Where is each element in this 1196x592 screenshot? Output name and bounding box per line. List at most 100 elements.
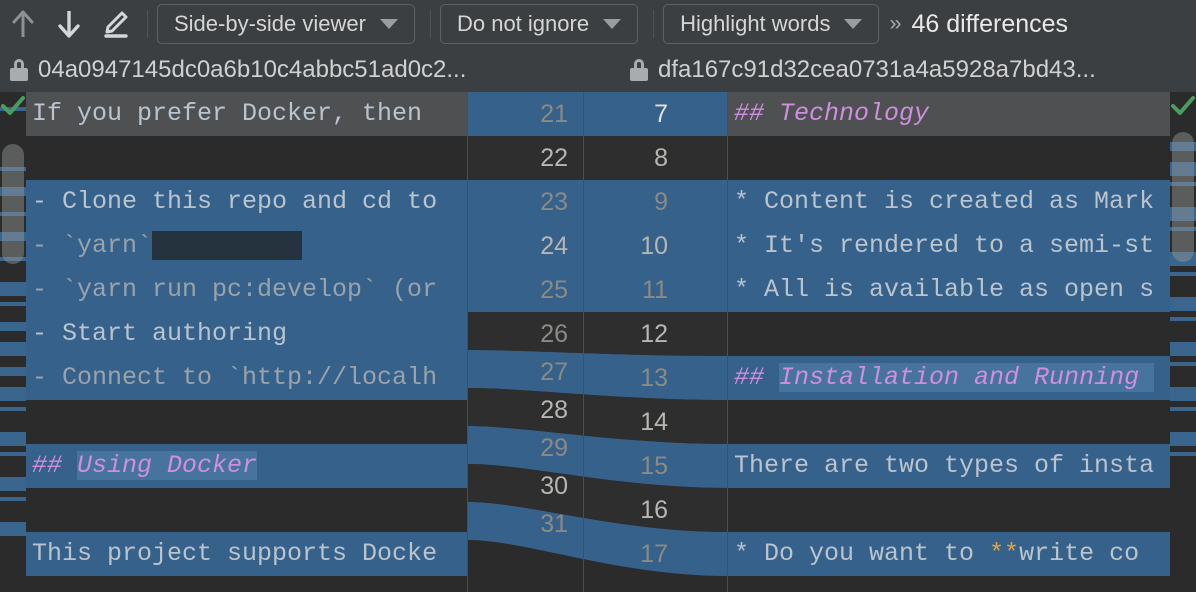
gutter-line-number-right: 13 [640, 364, 668, 392]
right-scrollbar-thumb[interactable] [1172, 132, 1194, 262]
code-token: * Do you want to [734, 539, 990, 568]
code-token: * Content is created as Mark [734, 187, 1155, 216]
code-line[interactable]: ## Installation and Running [728, 356, 1170, 400]
code-line[interactable]: * It's rendered to a semi-st [728, 224, 1170, 268]
code-line[interactable]: - Connect to `http://localh [26, 356, 468, 400]
gutter-line-number-left: 25 [540, 276, 568, 304]
code-line[interactable] [26, 488, 468, 532]
code-line-text: * Content is created as Mark [734, 180, 1154, 224]
code-line[interactable]: If you prefer Docker, then [26, 92, 468, 136]
highlight-mode-dropdown[interactable]: Highlight words [663, 4, 880, 44]
code-line-text: * It's rendered to a semi-st [734, 224, 1154, 268]
code-line-background [26, 400, 468, 444]
gutter-line-number-right: 15 [640, 452, 668, 480]
left-accepted-check-icon [0, 94, 26, 118]
previous-difference-icon[interactable] [0, 0, 46, 48]
minimap-diff-mark [1170, 362, 1196, 366]
code-line[interactable]: - `yarn` [26, 224, 468, 268]
gutter-line-number-left: 24 [540, 232, 568, 260]
chevron-down-icon [379, 19, 398, 29]
code-line-text: This project supports Docke [32, 532, 437, 576]
right-code-pane[interactable]: ## Technology * Content is created as Mar… [728, 92, 1170, 592]
gutter-line-number-right: 7 [654, 100, 668, 128]
code-line[interactable] [728, 136, 1170, 180]
minimap-diff-mark [1170, 387, 1196, 401]
gutter-line-number-left: 23 [540, 188, 568, 216]
code-line-text: ## Installation and Running [734, 356, 1155, 400]
lock-icon [10, 59, 28, 81]
code-line-text: There are two types of insta [734, 444, 1154, 488]
difference-count-label: 46 differences [911, 9, 1069, 38]
minimap-diff-mark [0, 407, 26, 411]
code-line[interactable]: ## Using Docker [26, 444, 468, 488]
minimap-diff-mark [1170, 272, 1196, 276]
gutter-line-number-left: 31 [540, 510, 568, 538]
code-line[interactable]: * Content is created as Mark [728, 180, 1170, 224]
code-token: ## [32, 451, 78, 480]
code-line-background [728, 488, 1170, 532]
code-line-background [728, 312, 1170, 356]
code-line[interactable]: * Do you want to **write co [728, 532, 1170, 576]
code-token: Using Docker [77, 451, 258, 480]
toolbar-separator-1 [147, 10, 148, 38]
code-line-text: - `yarn run pc:develop` (or [32, 268, 437, 312]
edit-icon[interactable] [92, 0, 138, 48]
code-line[interactable]: - Clone this repo and cd to [26, 180, 468, 224]
code-token [152, 231, 303, 260]
viewer-mode-dropdown[interactable]: Side-by-side viewer [157, 4, 415, 44]
diff-toolbar: Side-by-side viewer Do not ignore Highli… [0, 0, 1196, 48]
code-line[interactable] [728, 312, 1170, 356]
code-token: ** [989, 539, 1020, 568]
diff-gutter[interactable]: 21 22 23 24 25 26 27 28 29 30 31 7 8 9 10 11 12 13 14 15 16 1… [468, 92, 728, 592]
minimap-diff-mark [0, 342, 26, 356]
gutter-line-number-left: 21 [540, 100, 568, 128]
highlight-mode-label: Highlight words [680, 11, 831, 36]
toolbar-separator-2 [429, 10, 431, 38]
code-token: Installation and Running [779, 363, 1155, 392]
minimap-diff-mark [0, 497, 26, 501]
right-diff-minimap[interactable] [1170, 92, 1196, 592]
code-token: If you prefer Docker, then [32, 99, 423, 128]
code-token: * All is available as open s [734, 275, 1155, 304]
code-line[interactable] [728, 488, 1170, 532]
right-file-path[interactable]: dfa167c91d32cea0731a4a5928a7bd43... [630, 48, 1096, 92]
next-difference-icon[interactable] [46, 0, 92, 48]
code-line[interactable] [728, 400, 1170, 444]
code-line-text: ## Using Docker [32, 444, 258, 488]
toolbar-separator-3 [653, 10, 655, 38]
code-line[interactable] [26, 136, 468, 180]
gutter-line-number-right: 14 [640, 408, 668, 436]
minimap-diff-mark [0, 322, 26, 331]
left-code-pane[interactable]: If you prefer Docker, then - Clone this r… [26, 92, 468, 592]
code-line-background [728, 400, 1170, 444]
minimap-diff-mark [0, 367, 26, 376]
code-line-background [728, 136, 1170, 180]
code-line[interactable]: - `yarn run pc:develop` (or [26, 268, 468, 312]
left-file-path-label: 04a0947145dc0a6b10c4abbc51ad0c2... [38, 56, 467, 83]
code-token: - `yarn` [32, 231, 153, 260]
code-line[interactable]: * All is available as open s [728, 268, 1170, 312]
gutter-line-number-right: 9 [654, 188, 668, 216]
right-file-path-label: dfa167c91d32cea0731a4a5928a7bd43... [658, 56, 1096, 83]
ignore-mode-dropdown[interactable]: Do not ignore [439, 4, 639, 44]
code-token: - Connect to `http://localh [32, 363, 438, 392]
overflow-chevrons-icon[interactable]: ›› [885, 12, 911, 36]
left-scrollbar-thumb[interactable] [2, 144, 24, 264]
code-token: ## [734, 99, 780, 128]
code-line-text: - Start authoring [32, 312, 287, 356]
left-file-path[interactable]: 04a0947145dc0a6b10c4abbc51ad0c2... [10, 48, 466, 92]
code-line[interactable]: - Start authoring [26, 312, 468, 356]
ignore-mode-label: Do not ignore [456, 11, 590, 36]
gutter-divider-line [583, 92, 584, 592]
gutter-line-number-right: 12 [640, 320, 668, 348]
code-line[interactable]: ## Technology [728, 92, 1170, 136]
minimap-diff-mark [0, 282, 26, 296]
code-token: Technology [779, 99, 930, 128]
code-line[interactable]: This project supports Docke [26, 532, 468, 576]
right-accepted-check-icon [1170, 94, 1196, 118]
code-line[interactable]: There are two types of insta [728, 444, 1170, 488]
diff-editor: If you prefer Docker, then - Clone this r… [0, 92, 1196, 592]
code-line[interactable] [26, 400, 468, 444]
code-token: There are two types of insta [734, 451, 1155, 480]
left-diff-minimap[interactable] [0, 92, 26, 592]
